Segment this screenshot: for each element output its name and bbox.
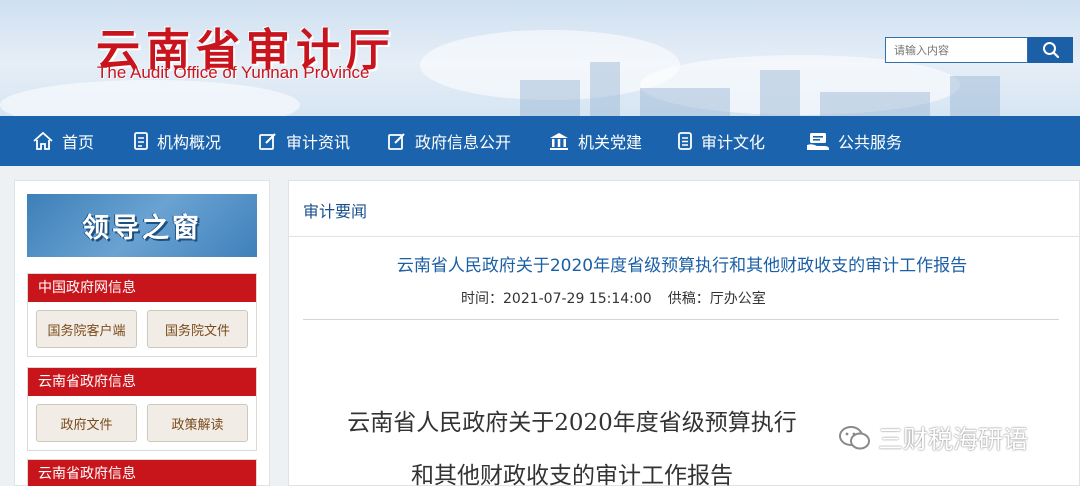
watermark: 三财税海研语 [838,420,1028,456]
left-sidebar: 领导之窗 中国政府网信息 国务院客户端 国务院文件 云南省政府信息 政府文件 政… [14,180,270,486]
document-icon [134,132,148,150]
article-source: 厅办公室 [709,291,766,307]
nav-label: 审计文化 [701,133,766,152]
state-council-app-button[interactable]: 国务院客户端 [36,310,137,348]
building-icon [550,133,568,150]
leaders-window-label: 领导之窗 [82,213,202,244]
nav-item-audit-news[interactable]: 审计资讯 [258,116,350,166]
article-meta: 时间：2021-07-29 15:14:00 供稿：厅办公室 [461,288,766,308]
header-decoration [590,62,620,116]
header-decoration [950,76,1000,116]
nav-label: 首页 [62,133,95,152]
source-label: 供稿： [667,291,710,307]
nav-label: 审计资讯 [286,133,351,152]
service-icon [807,133,829,150]
site-header: 云南省审计厅 The Audit Office of Yunnan Provin… [0,0,1080,116]
edit-icon [259,133,276,150]
search-button[interactable] [1028,37,1073,63]
site-subtitle: The Audit Office of Yunnan Province [97,63,370,82]
nav-item-home[interactable]: 首页 [32,116,94,166]
header-decoration [0,80,300,116]
publish-time: 2021-07-29 15:14:00 [503,291,652,307]
header-decoration [520,80,580,116]
time-label: 时间： [461,291,503,307]
panel-title: 云南省政府信息 [28,368,256,396]
header-decoration [820,92,930,116]
divider [303,319,1059,320]
watermark-text: 三财税海研语 [878,425,1029,454]
state-council-docs-button[interactable]: 国务院文件 [147,310,248,348]
nav-item-audit-culture[interactable]: 审计文化 [677,116,765,166]
document-title-line-2: 和其他财政收支的审计工作报告 [411,463,733,486]
header-decoration [640,88,730,116]
china-gov-info-panel: 中国政府网信息 国务院客户端 国务院文件 [27,273,257,357]
panel-title: 中国政府网信息 [28,274,256,302]
gov-docs-button[interactable]: 政府文件 [36,404,137,442]
search-box [885,37,1073,63]
section-title[interactable]: 审计要闻 [303,198,367,222]
leaders-window-banner[interactable]: 领导之窗 [27,194,257,257]
search-icon [1042,42,1059,59]
home-icon [33,131,53,150]
main-nav: 首页 机构概况 审计资讯 政府信息公开 机关党建 审计文化 公共服务 [0,116,1080,166]
search-input[interactable] [885,37,1028,63]
nav-item-public-service[interactable]: 公共服务 [806,116,902,166]
list-icon [678,132,692,150]
nav-item-gov-info[interactable]: 政府信息公开 [387,116,511,166]
header-decoration [760,70,800,116]
nav-item-organization[interactable]: 机构概况 [133,116,221,166]
section-header: 审计要闻 [289,181,1080,237]
edit-icon [388,133,405,150]
nav-label: 政府信息公开 [415,133,512,152]
nav-label: 机关党建 [578,133,643,152]
article-title: 云南省人民政府关于2020年度省级预算执行和其他财政收支的审计工作报告 [396,256,968,276]
nav-label: 机构概况 [157,133,222,152]
nav-label: 公共服务 [838,133,903,152]
wechat-icon [839,426,870,450]
nav-item-party-building[interactable]: 机关党建 [548,116,642,166]
